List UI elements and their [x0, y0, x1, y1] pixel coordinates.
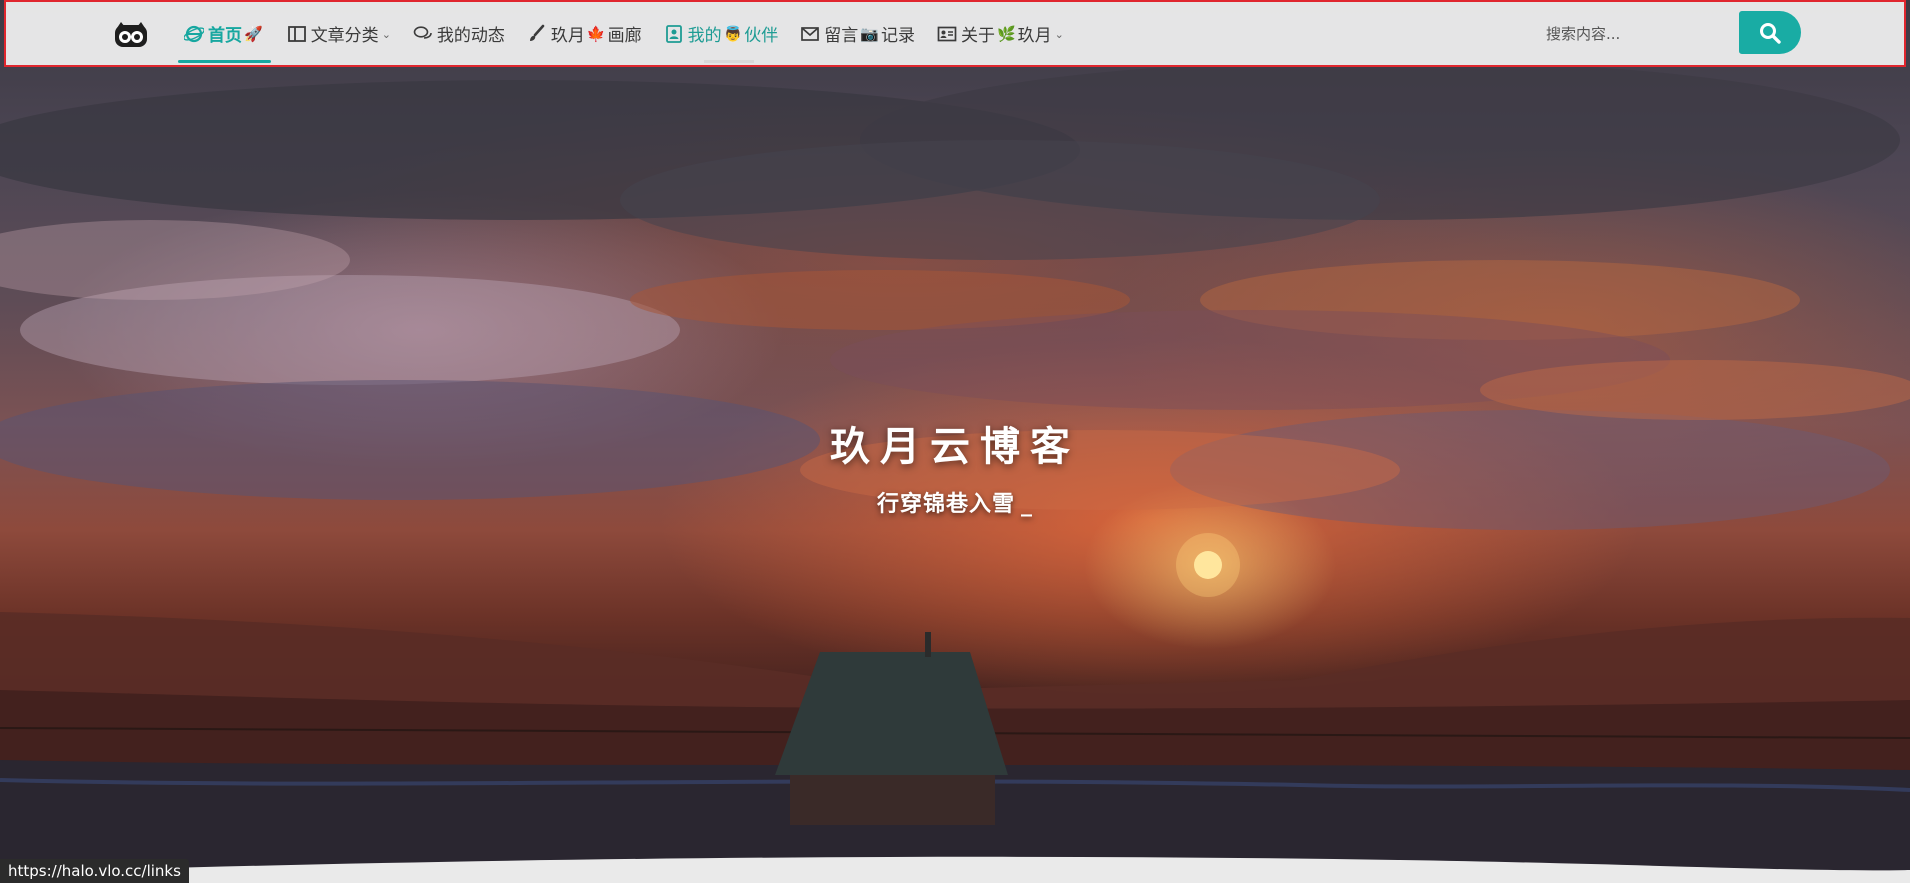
nav-item-label: 留言 [824, 26, 859, 46]
ie-icon [184, 25, 204, 42]
nav-item-label: 我的动态 [436, 26, 505, 46]
nav-item-categories[interactable]: 文章分类 ⌄ [281, 2, 407, 65]
top-navbar: 首页 🚀 文章分类 ⌄ 我的动态 玖月 🍁 画廊 我的 👼 伙伴 留言 📷 记录… [4, 0, 1906, 67]
nav-item-label-2: 记录 [880, 26, 915, 46]
chevron-down-icon: ⌄ [1054, 28, 1064, 41]
hero-title: 玖月云博客 [830, 424, 1080, 470]
rocket-icon: 🚀 [244, 24, 263, 43]
nav-item-gallery[interactable]: 玖月 🍁 画廊 [521, 2, 658, 65]
typing-cursor: _ [1021, 492, 1033, 517]
nav-item-label-2: 玖月 [1017, 26, 1052, 46]
contact-card-icon [665, 24, 682, 43]
nav-item-label-2: 画廊 [607, 26, 642, 46]
site-logo[interactable] [114, 22, 148, 48]
angel-icon: 👼 [723, 24, 743, 43]
status-bar-url: https://halo.vlo.cc/links [0, 859, 189, 883]
camera-icon: 📷 [860, 24, 879, 43]
chat-bubbles-icon [413, 25, 432, 39]
brush-icon [529, 24, 545, 41]
nav-item-friends[interactable]: 我的 👼 伙伴 [658, 2, 795, 65]
nav-item-guestbook[interactable]: 留言 📷 记录 [794, 2, 931, 65]
nav-item-label: 文章分类 [310, 26, 379, 46]
nav-item-home[interactable]: 首页 🚀 [178, 2, 281, 65]
nav-item-label: 我的 [687, 26, 722, 46]
nav-item-label-2: 伙伴 [744, 26, 779, 46]
chevron-down-icon: ⌄ [381, 28, 391, 41]
hero-subtitle: 行穿锦巷入雪 _ [0, 486, 1910, 518]
owl-logo-icon [115, 22, 147, 47]
search-icon [1760, 22, 1781, 44]
columns-icon [287, 25, 306, 42]
envelope-icon [801, 26, 820, 41]
hero-subtitle-text: 行穿锦巷入雪 [876, 492, 1015, 517]
id-card-icon [937, 26, 957, 41]
search-button[interactable] [1739, 11, 1801, 54]
nav-item-label: 玖月 [550, 26, 585, 46]
herb-icon: 🌿 [996, 24, 1016, 43]
nav-item-label: 首页 [208, 26, 242, 46]
search-input[interactable] [1536, 14, 1742, 54]
maple-leaf-icon: 🍁 [586, 24, 606, 43]
nav-menu: 首页 🚀 文章分类 ⌄ 我的动态 玖月 🍁 画廊 我的 👼 伙伴 留言 📷 记录… [178, 2, 1080, 65]
nav-item-moments[interactable]: 我的动态 [407, 2, 521, 65]
nav-item-label: 关于 [960, 26, 995, 46]
nav-item-about[interactable]: 关于 🌿 玖月 ⌄ [931, 2, 1080, 65]
